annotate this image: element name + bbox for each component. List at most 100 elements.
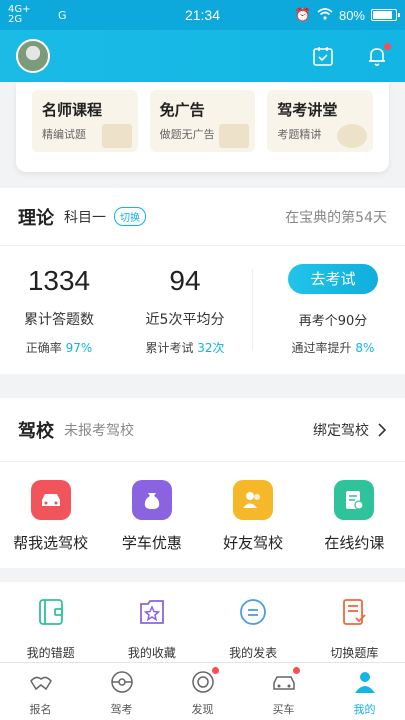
bottom-tab-bar: 报名 驾考 发现 买车 我的	[0, 662, 405, 720]
tab-label: 发现	[191, 703, 214, 716]
tab-label: 报名	[29, 703, 52, 716]
bell-icon[interactable]	[365, 43, 391, 68]
promo-card-lecture[interactable]: 驾考讲堂 考题精讲	[267, 90, 374, 152]
school-action-label: 好友驾校	[223, 534, 284, 552]
tool-label: 切换题库	[330, 646, 379, 660]
card-icon	[219, 124, 250, 148]
my-favorites-button[interactable]: 我的收藏	[107, 596, 197, 661]
network-2g-label: 2G	[8, 14, 23, 25]
school-action-label: 帮我选驾校	[13, 534, 89, 552]
school-header: 驾校 未报考驾校 绑定驾校	[0, 398, 405, 462]
driving-school-section: 驾校 未报考驾校 绑定驾校 帮我选驾校 学车优惠 好友驾校 在线约课	[0, 398, 405, 568]
network-4g-label: 4G+	[8, 4, 31, 15]
exams-value: 32次	[197, 340, 225, 355]
avatar[interactable]	[16, 39, 50, 73]
notification-dot	[384, 43, 391, 50]
take-exam-button[interactable]: 去考试	[288, 264, 378, 294]
stat-total-answered: 1334 累计答题数 正确率 97%	[0, 265, 118, 356]
tools-section: 我的错题 我的收藏 我的发表 切换题库	[0, 582, 405, 662]
tab-label: 驾考	[110, 703, 133, 716]
promo-title: 免广告	[159, 101, 205, 119]
average-score-label: 近5次平均分	[145, 311, 225, 328]
accuracy-line: 正确率 97%	[0, 339, 118, 356]
user-icon	[354, 672, 375, 693]
booking-icon	[334, 480, 375, 520]
status-bar: 4G+ 2G G 21:34 ⏰ 80%	[0, 0, 405, 30]
exam-column: 去考试 再考个90分 通过率提升 8%	[261, 264, 405, 356]
school-title: 驾校	[18, 420, 54, 442]
car-outline-icon	[272, 676, 295, 690]
star-folder-icon	[139, 600, 164, 624]
tool-label: 我的发表	[229, 646, 278, 660]
film-reel-icon	[337, 124, 368, 148]
school-status: 未报考驾校	[64, 422, 134, 439]
tab-buy-car[interactable]: 买车	[243, 663, 324, 720]
profile-header	[0, 30, 405, 82]
total-answered-value: 1334	[27, 264, 91, 296]
friends-school-button[interactable]: 好友驾校	[208, 480, 298, 553]
school-action-label: 在线约课	[324, 534, 385, 552]
steering-wheel-icon	[110, 671, 133, 693]
video-camera-icon	[101, 124, 132, 148]
total-answered-label: 累计答题数	[24, 311, 94, 328]
car-icon	[30, 480, 71, 520]
bind-school-label: 绑定驾校	[313, 422, 369, 439]
days-in-app: 在宝典的第54天	[285, 209, 387, 226]
online-booking-button[interactable]: 在线约课	[309, 480, 399, 553]
promo-title: 名师课程	[42, 101, 103, 119]
compass-icon	[191, 671, 214, 693]
promo-card-no-ads[interactable]: 免广告 做题无广告	[149, 90, 256, 152]
battery-percent: 80%	[338, 7, 365, 23]
chevron-right-icon	[378, 422, 387, 437]
school-action-label: 学车优惠	[121, 534, 182, 552]
promo-card-courses[interactable]: 名师课程 精编试题	[32, 90, 138, 152]
theory-header: 理论 科目一 切换 在宝典的第54天	[0, 188, 405, 246]
battery-icon	[371, 9, 400, 21]
tab-discover[interactable]: 发现	[162, 663, 243, 720]
pass-rate-label: 通过率提升	[291, 341, 352, 355]
pass-rate-value: 8%	[355, 341, 375, 355]
switch-subject-button[interactable]: 切换	[114, 207, 146, 226]
network-status: 4G+ 2G	[8, 5, 128, 25]
stat-average-score: 94 近5次平均分 累计考试 32次	[126, 265, 244, 356]
promo-title: 驾考讲堂	[277, 101, 338, 119]
average-score-value: 94	[169, 264, 201, 296]
promo-panel: 名师课程 精编试题 免广告 做题无广告 驾考讲堂 考题精讲	[16, 82, 389, 172]
tab-mine[interactable]: 我的	[324, 663, 405, 720]
theory-title: 理论	[18, 207, 54, 229]
pass-rate-line: 通过率提升 8%	[261, 339, 405, 356]
money-bag-icon	[131, 480, 172, 520]
bind-school-button[interactable]: 绑定驾校	[313, 420, 387, 440]
buy-car-badge-dot	[292, 667, 300, 674]
divider	[252, 269, 253, 351]
tab-exam[interactable]: 驾考	[81, 663, 162, 720]
learning-discount-button[interactable]: 学车优惠	[107, 480, 197, 553]
accuracy-value: 97%	[65, 340, 93, 355]
handshake-icon	[29, 676, 52, 691]
tab-signup[interactable]: 报名	[0, 663, 81, 720]
wallet-icon	[38, 599, 63, 625]
tool-label: 我的错题	[26, 646, 75, 660]
accuracy-label: 正确率	[25, 340, 62, 355]
subject-label: 科目一	[64, 209, 106, 226]
exams-line: 累计考试 32次	[126, 339, 244, 356]
chat-bubble-icon	[240, 599, 267, 625]
tool-label: 我的收藏	[127, 646, 176, 660]
switch-question-bank-button[interactable]: 切换题库	[309, 596, 399, 661]
tab-label: 我的	[353, 703, 376, 716]
my-mistakes-button[interactable]: 我的错题	[6, 596, 96, 661]
discover-badge-dot	[211, 667, 219, 674]
tab-label: 买车	[272, 703, 295, 716]
calendar-checkin-icon[interactable]	[311, 44, 335, 68]
school-actions: 帮我选驾校 学车优惠 好友驾校 在线约课	[0, 462, 405, 553]
tools-grid: 我的错题 我的收藏 我的发表 切换题库	[0, 582, 405, 661]
network-g-label: G	[58, 9, 67, 22]
theory-section: 理论 科目一 切换 在宝典的第54天 1334 累计答题数 正确率 97% 94…	[0, 188, 405, 374]
exam-goal-note: 再考个90分	[298, 314, 368, 329]
friends-icon	[233, 480, 274, 520]
alarm-icon: ⏰	[294, 7, 311, 22]
theory-stats: 1334 累计答题数 正确率 97% 94 近5次平均分 累计考试 32次 去考…	[0, 246, 405, 374]
choose-school-button[interactable]: 帮我选驾校	[6, 480, 96, 553]
exams-label: 累计考试	[145, 340, 194, 355]
my-posts-button[interactable]: 我的发表	[208, 596, 298, 661]
